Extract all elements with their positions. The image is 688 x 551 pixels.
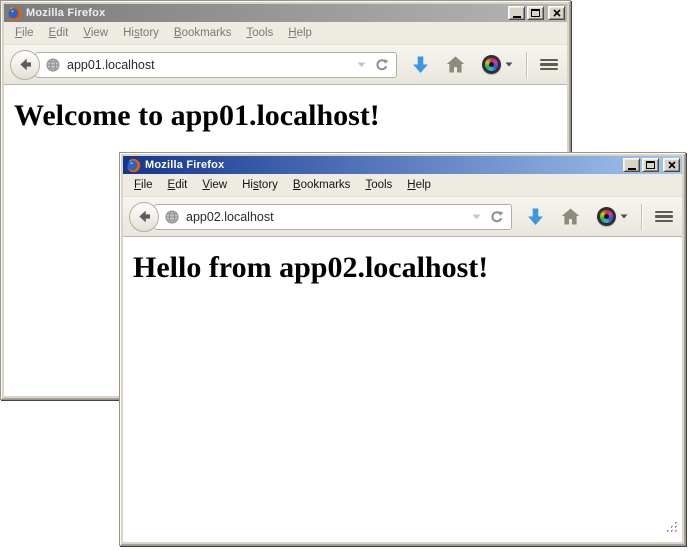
resize-grip[interactable] xyxy=(667,520,678,538)
back-button[interactable] xyxy=(129,202,159,232)
browser-window-app02: Mozilla Firefox File Edit View History B… xyxy=(119,152,686,546)
hamburger-menu-icon[interactable] xyxy=(540,59,558,71)
menu-edit[interactable]: Edit xyxy=(168,179,188,191)
minimize-button[interactable] xyxy=(623,158,640,172)
caret-down-icon xyxy=(620,214,628,219)
menu-help[interactable]: Help xyxy=(407,179,431,191)
page-content-app02: Hello from app02.localhost! xyxy=(123,237,682,542)
url-text[interactable]: app01.localhost xyxy=(67,58,357,72)
window-title: Mozilla Firefox xyxy=(26,7,508,19)
back-arrow-icon xyxy=(18,57,33,72)
menu-history[interactable]: History xyxy=(242,179,278,191)
home-icon[interactable] xyxy=(446,56,465,73)
menu-bookmarks[interactable]: Bookmarks xyxy=(293,179,351,191)
firefox-logo-icon xyxy=(126,158,141,173)
caret-down-icon xyxy=(505,62,513,67)
download-arrow-icon[interactable] xyxy=(412,56,429,74)
close-button[interactable] xyxy=(548,6,565,20)
menu-view[interactable]: View xyxy=(83,27,108,39)
navigation-toolbar: app02.localhost xyxy=(123,197,682,237)
url-bar[interactable]: app02.localhost xyxy=(154,204,512,230)
menu-bar: File Edit View History Bookmarks Tools H… xyxy=(123,174,682,197)
window-title: Mozilla Firefox xyxy=(145,159,623,171)
minimize-button[interactable] xyxy=(508,6,525,20)
menu-view[interactable]: View xyxy=(202,179,227,191)
menu-edit[interactable]: Edit xyxy=(49,27,69,39)
menu-help[interactable]: Help xyxy=(288,27,312,39)
back-arrow-icon xyxy=(137,209,152,224)
chevron-down-icon[interactable] xyxy=(472,214,481,220)
globe-icon xyxy=(165,210,179,224)
download-arrow-icon[interactable] xyxy=(527,208,544,226)
back-button[interactable] xyxy=(10,50,40,80)
menu-bookmarks[interactable]: Bookmarks xyxy=(174,27,232,39)
firefox-logo-icon xyxy=(7,6,22,21)
hamburger-menu-icon[interactable] xyxy=(655,211,673,223)
addon-button[interactable] xyxy=(482,55,513,74)
menu-tools[interactable]: Tools xyxy=(365,179,392,191)
color-wheel-icon xyxy=(482,55,501,74)
addon-button[interactable] xyxy=(597,207,628,226)
toolbar-separator xyxy=(641,204,642,230)
menu-history[interactable]: History xyxy=(123,27,159,39)
color-wheel-icon xyxy=(597,207,616,226)
page-heading: Welcome to app01.localhost! xyxy=(14,99,567,133)
reload-icon[interactable] xyxy=(490,210,504,224)
reload-icon[interactable] xyxy=(375,58,389,72)
url-text[interactable]: app02.localhost xyxy=(186,210,472,224)
url-bar[interactable]: app01.localhost xyxy=(35,52,397,78)
maximize-button[interactable] xyxy=(527,6,544,20)
title-bar[interactable]: Mozilla Firefox xyxy=(123,156,682,174)
close-button[interactable] xyxy=(663,158,680,172)
menu-tools[interactable]: Tools xyxy=(246,27,273,39)
chevron-down-icon[interactable] xyxy=(357,62,366,68)
menu-bar: File Edit View History Bookmarks Tools H… xyxy=(4,22,567,45)
maximize-button[interactable] xyxy=(642,158,659,172)
menu-file[interactable]: File xyxy=(134,179,153,191)
menu-file[interactable]: File xyxy=(15,27,34,39)
page-heading: Hello from app02.localhost! xyxy=(133,251,682,285)
navigation-toolbar: app01.localhost xyxy=(4,45,567,85)
home-icon[interactable] xyxy=(561,208,580,225)
globe-icon xyxy=(46,58,60,72)
toolbar-separator xyxy=(526,52,527,78)
title-bar[interactable]: Mozilla Firefox xyxy=(4,4,567,22)
